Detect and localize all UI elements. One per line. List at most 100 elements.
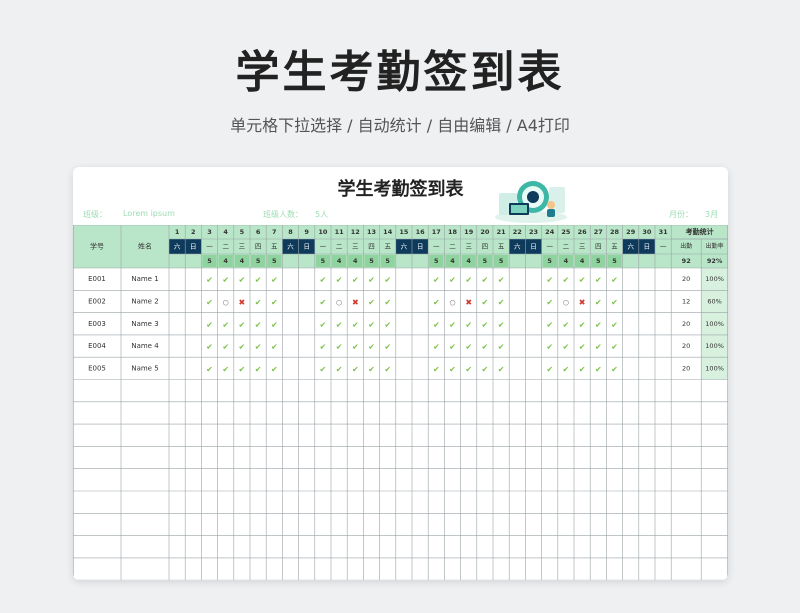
attendance-mark-present[interactable]: ✔ [449,343,456,352]
attendance-mark-present[interactable]: ✔ [368,276,375,285]
class-value[interactable]: Lorem ipsum [123,209,175,218]
attendance-mark-present[interactable]: ✔ [239,320,246,329]
attendance-mark-present[interactable]: ✔ [579,276,586,285]
attendance-mark-present[interactable]: ✔ [239,365,246,374]
attendance-mark-present[interactable]: ✔ [368,320,375,329]
attendance-mark-present[interactable]: ✔ [384,320,391,329]
attendance-mark-present[interactable]: ✔ [368,298,375,307]
attendance-mark-present[interactable]: ✔ [320,365,327,374]
attendance-mark-present[interactable]: ✔ [384,298,391,307]
attendance-mark-present[interactable]: ✔ [352,343,359,352]
attendance-mark-present[interactable]: ✔ [563,276,570,285]
attendance-mark-present[interactable]: ✔ [239,343,246,352]
attendance-mark-present[interactable]: ✔ [563,343,570,352]
attendance-mark-present[interactable]: ✔ [222,365,229,374]
count-value[interactable]: 5人 [315,209,328,220]
attendance-mark-present[interactable]: ✔ [611,343,618,352]
attendance-mark-present[interactable]: ✔ [239,276,246,285]
attendance-mark-present[interactable]: ✔ [498,298,505,307]
attendance-mark-present[interactable]: ✔ [546,320,553,329]
attendance-mark-present[interactable]: ✔ [222,276,229,285]
attendance-mark-present[interactable]: ✔ [546,298,553,307]
attendance-mark-present[interactable]: ✔ [482,298,489,307]
attendance-mark-present[interactable]: ✔ [579,365,586,374]
attendance-mark-present[interactable]: ✔ [546,365,553,374]
attendance-mark-present[interactable]: ✔ [465,320,472,329]
attendance-mark-present[interactable]: ✔ [465,365,472,374]
attendance-mark-present[interactable]: ✔ [449,276,456,285]
attendance-mark-present[interactable]: ✔ [595,298,602,307]
attendance-mark-present[interactable]: ✔ [482,276,489,285]
attendance-mark-leave[interactable]: ○ [563,298,569,306]
attendance-mark-leave[interactable]: ○ [449,298,455,306]
attendance-mark-present[interactable]: ✔ [384,343,391,352]
attendance-mark-present[interactable]: ✔ [222,343,229,352]
attendance-mark-present[interactable]: ✔ [336,320,343,329]
attendance-mark-present[interactable]: ✔ [271,343,278,352]
attendance-mark-present[interactable]: ✔ [206,343,213,352]
attendance-mark-present[interactable]: ✔ [271,365,278,374]
attendance-mark-present[interactable]: ✔ [271,320,278,329]
attendance-mark-present[interactable]: ✔ [271,276,278,285]
attendance-mark-present[interactable]: ✔ [255,365,262,374]
attendance-mark-absent[interactable]: ✖ [579,298,586,307]
attendance-mark-present[interactable]: ✔ [206,298,213,307]
attendance-mark-present[interactable]: ✔ [255,343,262,352]
attendance-mark-present[interactable]: ✔ [498,343,505,352]
attendance-mark-present[interactable]: ✔ [595,343,602,352]
attendance-mark-present[interactable]: ✔ [206,320,213,329]
attendance-mark-present[interactable]: ✔ [384,276,391,285]
attendance-mark-absent[interactable]: ✖ [239,298,246,307]
attendance-mark-present[interactable]: ✔ [336,365,343,374]
attendance-mark-present[interactable]: ✔ [611,365,618,374]
attendance-mark-present[interactable]: ✔ [546,276,553,285]
attendance-mark-present[interactable]: ✔ [320,343,327,352]
attendance-mark-present[interactable]: ✔ [320,320,327,329]
attendance-mark-present[interactable]: ✔ [433,320,440,329]
attendance-mark-present[interactable]: ✔ [465,343,472,352]
attendance-mark-present[interactable]: ✔ [498,320,505,329]
attendance-mark-present[interactable]: ✔ [595,320,602,329]
attendance-mark-present[interactable]: ✔ [433,343,440,352]
attendance-mark-present[interactable]: ✔ [611,276,618,285]
attendance-mark-present[interactable]: ✔ [336,276,343,285]
attendance-mark-present[interactable]: ✔ [320,298,327,307]
attendance-mark-present[interactable]: ✔ [352,276,359,285]
attendance-mark-present[interactable]: ✔ [579,320,586,329]
attendance-mark-present[interactable]: ✔ [563,365,570,374]
attendance-mark-present[interactable]: ✔ [482,343,489,352]
attendance-mark-absent[interactable]: ✖ [465,298,472,307]
attendance-mark-present[interactable]: ✔ [255,320,262,329]
attendance-mark-present[interactable]: ✔ [433,365,440,374]
attendance-mark-present[interactable]: ✔ [498,276,505,285]
attendance-mark-present[interactable]: ✔ [384,365,391,374]
month-value[interactable]: 3月 [705,209,718,220]
attendance-mark-present[interactable]: ✔ [563,320,570,329]
attendance-mark-present[interactable]: ✔ [206,276,213,285]
attendance-mark-present[interactable]: ✔ [255,298,262,307]
attendance-mark-leave[interactable]: ○ [223,298,229,306]
attendance-mark-absent[interactable]: ✖ [352,298,359,307]
attendance-mark-present[interactable]: ✔ [206,365,213,374]
attendance-mark-present[interactable]: ✔ [449,365,456,374]
attendance-mark-present[interactable]: ✔ [368,343,375,352]
attendance-mark-present[interactable]: ✔ [352,365,359,374]
attendance-mark-present[interactable]: ✔ [611,298,618,307]
attendance-mark-present[interactable]: ✔ [352,320,359,329]
attendance-mark-present[interactable]: ✔ [482,320,489,329]
attendance-mark-present[interactable]: ✔ [320,276,327,285]
attendance-mark-present[interactable]: ✔ [449,320,456,329]
attendance-mark-present[interactable]: ✔ [368,365,375,374]
attendance-mark-present[interactable]: ✔ [433,276,440,285]
attendance-mark-present[interactable]: ✔ [465,276,472,285]
attendance-mark-leave[interactable]: ○ [336,298,342,306]
attendance-mark-present[interactable]: ✔ [498,365,505,374]
attendance-mark-present[interactable]: ✔ [255,276,262,285]
attendance-mark-present[interactable]: ✔ [336,343,343,352]
attendance-mark-present[interactable]: ✔ [611,320,618,329]
attendance-mark-present[interactable]: ✔ [271,298,278,307]
attendance-mark-present[interactable]: ✔ [595,276,602,285]
attendance-mark-present[interactable]: ✔ [482,365,489,374]
attendance-mark-present[interactable]: ✔ [595,365,602,374]
attendance-mark-present[interactable]: ✔ [546,343,553,352]
